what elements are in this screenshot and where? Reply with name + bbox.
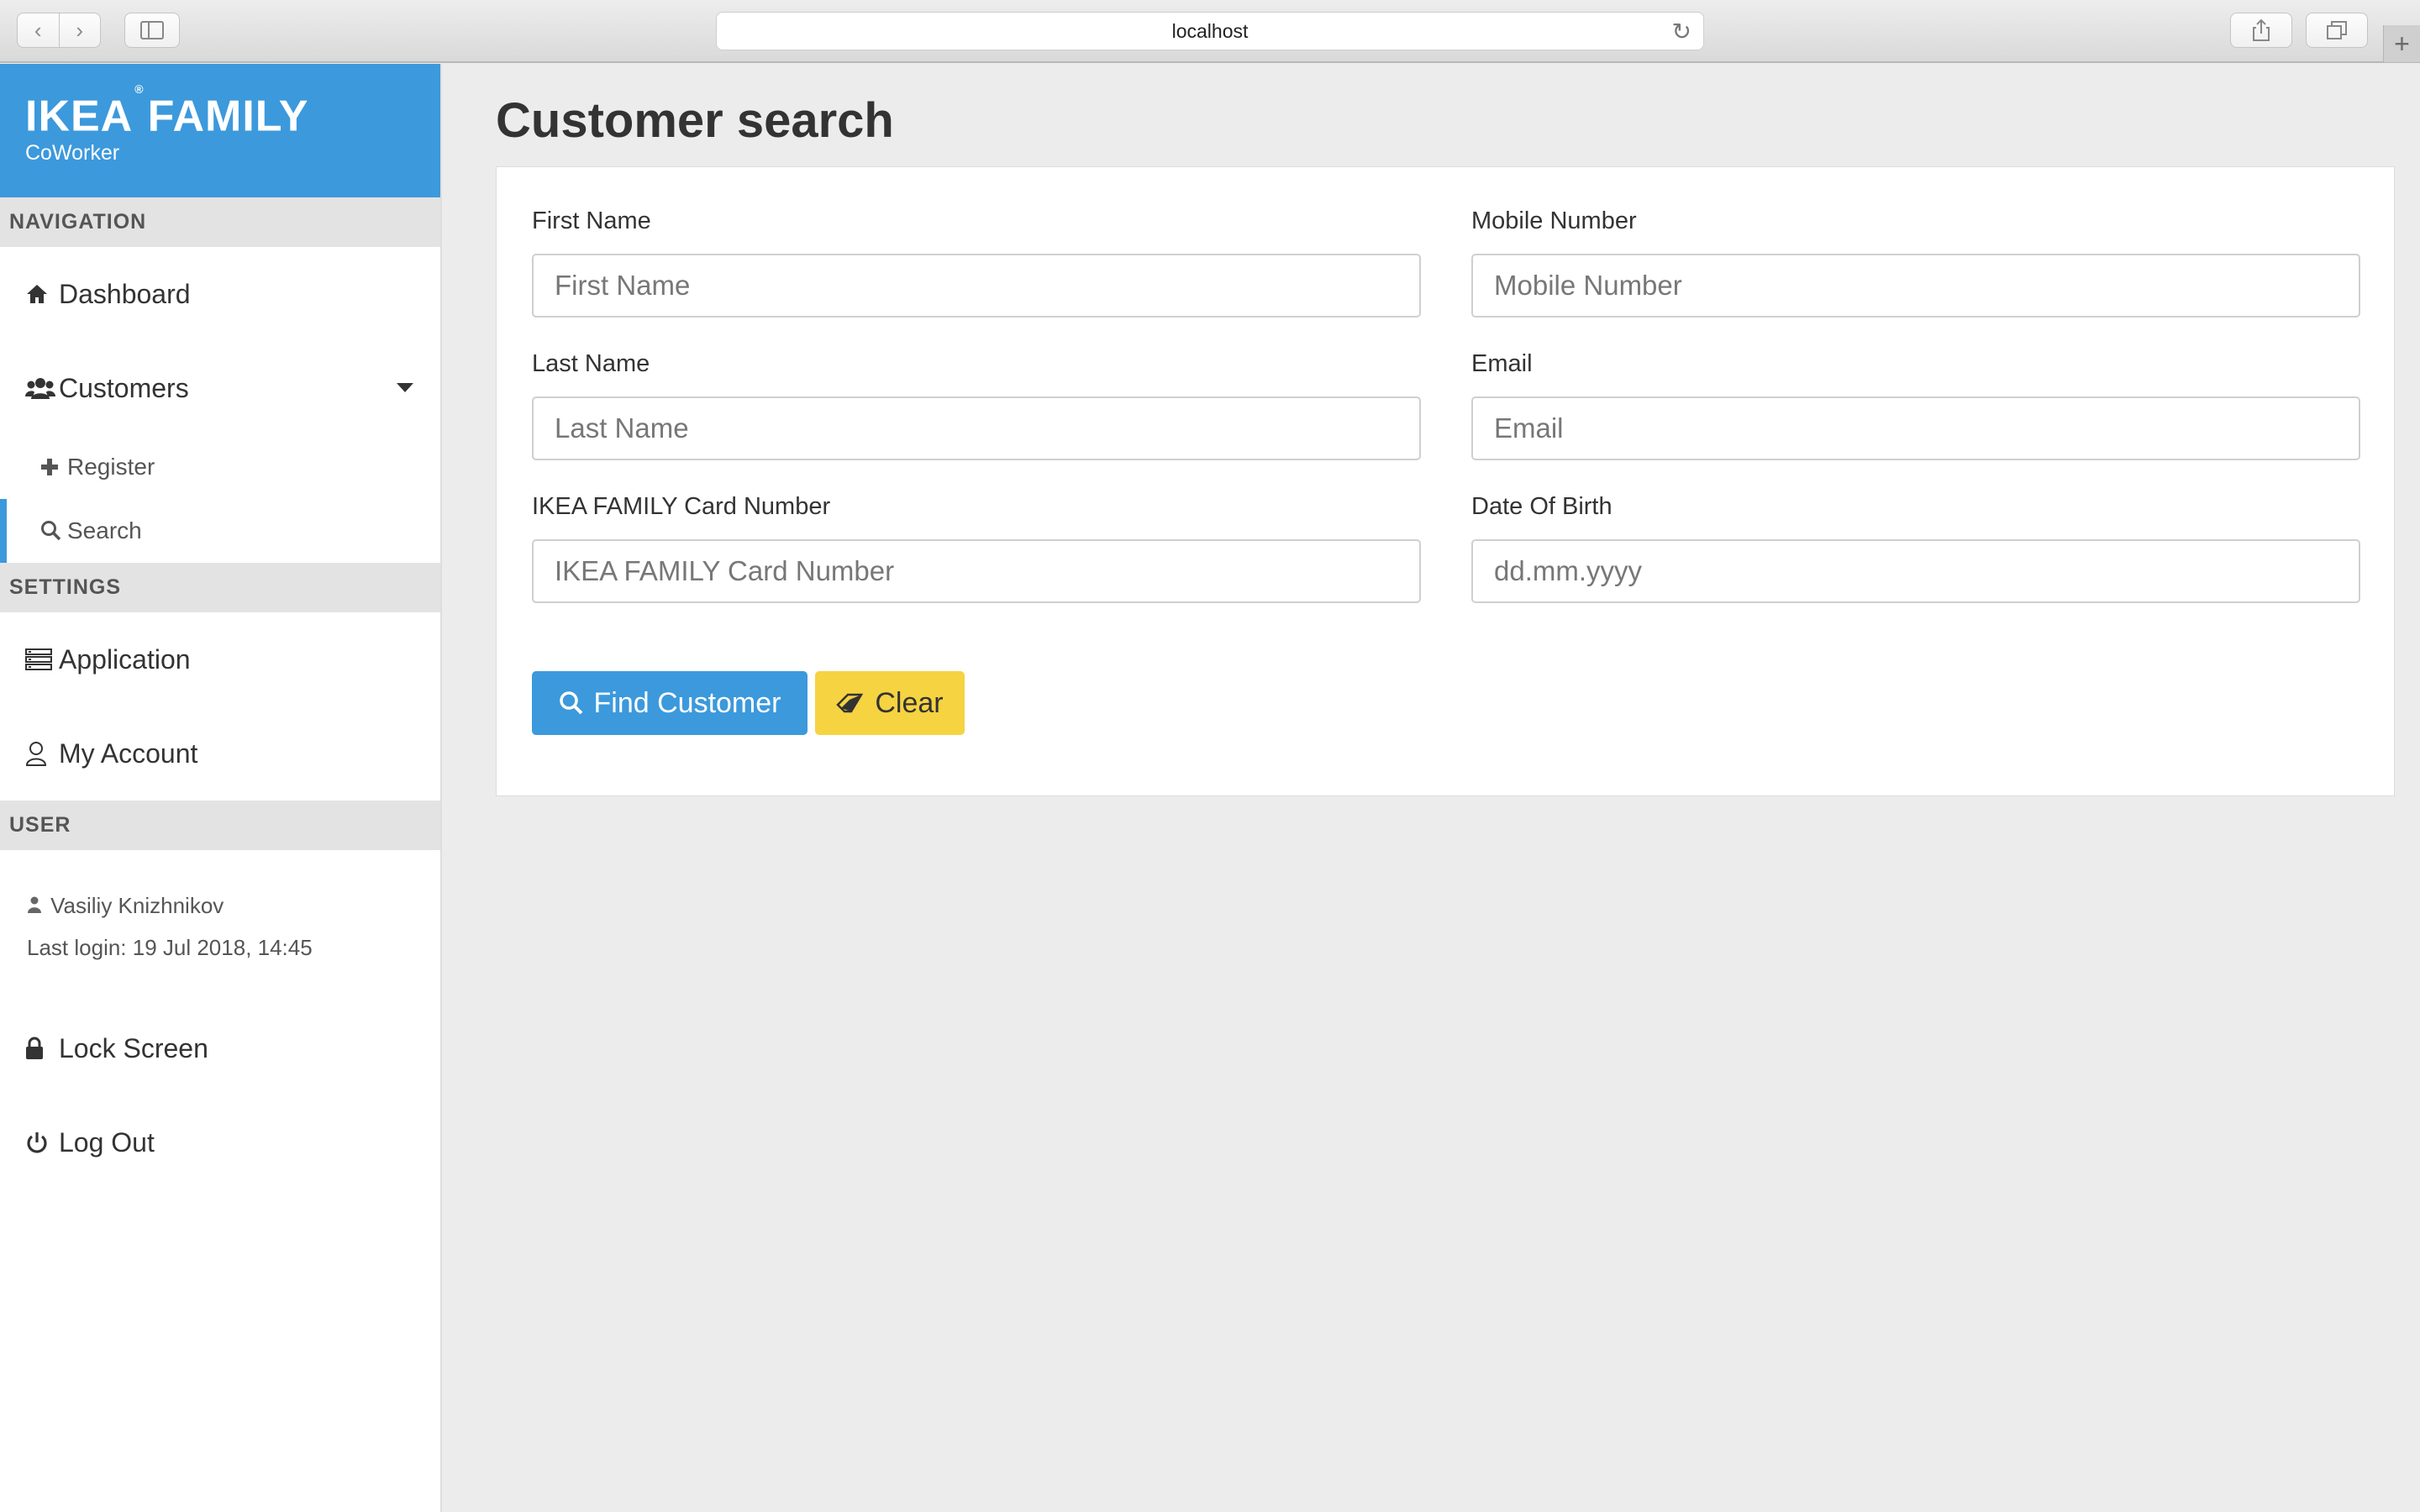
search-icon [559,691,582,715]
share-button[interactable] [2230,13,2292,48]
users-icon [25,376,59,400]
date-of-birth-input[interactable] [1471,539,2360,603]
sidebar-item-customers[interactable]: Customers [0,341,440,435]
navigation-section-header: NAVIGATION [0,197,440,247]
settings-section-header: SETTINGS [0,563,440,612]
sidebar-item-search[interactable]: Search [0,499,440,563]
sidebar-item-label: Lock Screen [59,1032,208,1063]
eraser-icon [836,693,864,713]
sidebar-item-dashboard[interactable]: Dashboard [0,247,440,341]
search-form-panel: First Name Mobile Number Last Name Email… [496,166,2395,796]
address-text: localhost [1171,19,1249,42]
brand-header[interactable]: IKEA®FAMILY CoWorker [0,64,440,197]
sidebar-item-log-out[interactable]: Log Out [0,1095,440,1189]
sidebar-item-label: Customers [59,372,189,403]
sidebar-item-lock-screen[interactable]: Lock Screen [0,1001,440,1095]
registered-mark: ® [134,82,145,96]
last-name-input[interactable] [532,396,1421,460]
email-input[interactable] [1471,396,2360,460]
sidebar-item-label: Dashboard [59,278,191,309]
sidebar-item-label: Application [59,643,191,675]
reload-icon[interactable]: ↻ [1672,18,1691,45]
user-info: Vasiliy Knizhnikov Last login: 19 Jul 20… [0,850,440,968]
brand-title-right: FAMILY [147,92,309,141]
sidebar-item-label: My Account [59,738,198,769]
last-login: Last login: 19 Jul 2018, 14:45 [27,935,313,960]
sidebar-item-my-account[interactable]: My Account [0,706,440,801]
tabs-overview-button[interactable] [2306,13,2368,48]
email-label: Email [1471,350,1533,377]
clear-button[interactable]: Clear [815,671,965,735]
user-section-header: USER [0,801,440,850]
history-navigation: ‹ › [17,13,101,48]
sidebar-item-label: Search [67,517,142,543]
sidebar-item-application[interactable]: Application [0,612,440,706]
brand-logo: IKEA®FAMILY [25,82,440,141]
home-icon [25,283,59,305]
page-title: Customer search [496,93,894,148]
lock-icon [25,1037,59,1060]
last-name-label: Last Name [532,350,650,377]
clear-label: Clear [875,686,944,719]
first-name-input[interactable] [532,254,1421,318]
new-tab-button[interactable]: + [2383,25,2420,62]
search-icon [40,520,67,542]
date-of-birth-label: Date Of Birth [1471,493,1612,520]
brand-title-left: IKEA [25,92,134,141]
plus-icon [40,458,67,476]
sidebar-icon [140,21,164,39]
mobile-number-input[interactable] [1471,254,2360,318]
sidebar: IKEA®FAMILY CoWorker NAVIGATION Dashboar… [0,64,442,1512]
browser-toolbar: ‹ › localhost ↻ + [0,0,2420,63]
sidebar-item-register[interactable]: Register [0,435,440,499]
power-icon [25,1131,59,1154]
address-bar[interactable]: localhost ↻ [716,12,1704,50]
share-icon [2253,18,2270,41]
forward-icon[interactable]: › [58,13,101,47]
user-name-row: Vasiliy Knizhnikov [27,885,440,927]
back-icon[interactable]: ‹ [18,13,59,47]
user-small-icon [27,896,47,917]
brand-subtitle: CoWorker [25,141,120,165]
user-icon [25,741,59,766]
mobile-number-label: Mobile Number [1471,207,1637,234]
caret-down-icon [397,383,413,392]
find-customer-label: Find Customer [593,686,781,719]
find-customer-button[interactable]: Find Customer [532,671,808,735]
server-icon [25,648,59,670]
card-number-label: IKEA FAMILY Card Number [532,493,831,520]
first-name-label: First Name [532,207,651,234]
user-name: Vasiliy Knizhnikov [50,893,224,918]
tabs-icon [2327,21,2347,39]
card-number-input[interactable] [532,539,1421,603]
sidebar-item-label: Log Out [59,1126,155,1158]
sidebar-item-label: Register [67,454,155,480]
sidebar-toggle-button[interactable] [124,13,180,48]
